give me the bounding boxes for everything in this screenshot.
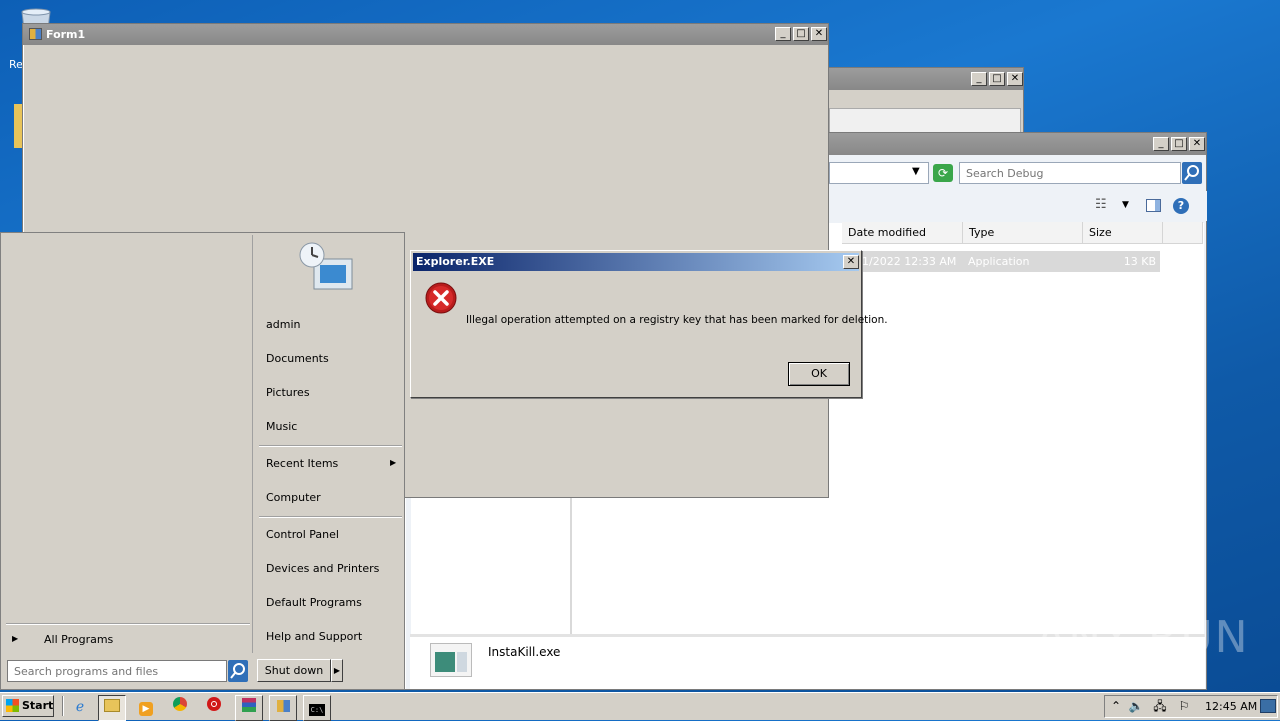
chevron-right-icon[interactable]: ▶ <box>390 458 396 467</box>
menu-item-music[interactable]: Music <box>266 420 297 433</box>
table-row[interactable]: 1/2022 12:33 AM Application 13 KB <box>830 251 1160 272</box>
form1-title: Form1 <box>46 28 86 41</box>
all-programs-link[interactable]: All Programs <box>44 633 113 646</box>
details-file-name: InstaKill.exe <box>488 645 561 659</box>
chevron-up-icon[interactable]: ⌃ <box>1107 697 1125 715</box>
taskbar-separator <box>62 696 64 716</box>
start-menu[interactable] <box>0 232 405 690</box>
shutdown-label: Shut down <box>264 664 324 677</box>
file-date: 1/2022 12:33 AM <box>862 255 957 268</box>
watermark: ANY RUN <box>1036 612 1250 663</box>
file-type: Application <box>968 255 1030 268</box>
dialog-titlebar[interactable]: Explorer.EXE ✕ <box>413 253 859 271</box>
start-menu-left-pane <box>3 235 253 653</box>
volume-icon[interactable]: 🔈 <box>1127 697 1145 715</box>
chrome-icon[interactable] <box>167 695 193 719</box>
file-size: 13 KB <box>1123 255 1156 268</box>
menu-divider <box>259 445 402 447</box>
media-player-icon[interactable]: ▶ <box>133 695 159 719</box>
search-icon[interactable] <box>228 660 248 682</box>
close-icon[interactable]: ✕ <box>1007 72 1023 86</box>
maximize-icon[interactable]: □ <box>1171 137 1187 151</box>
error-dialog[interactable]: Explorer.EXE ✕ Illegal operation attempt… <box>410 250 888 398</box>
menu-item-default-programs[interactable]: Default Programs <box>266 596 362 609</box>
recycle-bin-label: Re <box>9 58 23 71</box>
chevron-down-icon[interactable]: ▼ <box>912 166 920 177</box>
exe-file-icon <box>430 643 472 677</box>
internet-explorer-icon[interactable]: ℯ <box>67 695 93 719</box>
search-input[interactable] <box>959 162 1181 184</box>
chevron-down-icon[interactable]: ▼ <box>1122 200 1129 210</box>
minimize-icon[interactable]: _ <box>775 27 791 41</box>
start-button[interactable]: Start <box>2 695 54 717</box>
dialog-title: Explorer.EXE <box>416 255 495 268</box>
help-icon[interactable]: ? <box>1173 198 1189 214</box>
menu-divider <box>6 623 250 625</box>
dialog-message: Illegal operation attempted on a registr… <box>466 314 888 326</box>
close-icon[interactable]: ✕ <box>1189 137 1205 151</box>
maximize-icon[interactable]: □ <box>793 27 809 41</box>
winrar-icon[interactable] <box>235 695 263 721</box>
command-prompt-icon[interactable]: C:\ <box>303 695 331 721</box>
network-icon[interactable]: 🖧 <box>1151 697 1169 715</box>
show-desktop-icon[interactable] <box>1260 699 1276 713</box>
windows-logo-icon <box>6 699 19 712</box>
form-app-icon <box>29 28 42 40</box>
search-icon[interactable] <box>1182 162 1202 184</box>
explorer-taskbar-icon[interactable] <box>98 695 126 721</box>
menu-divider <box>259 516 402 518</box>
clock[interactable]: 12:45 AM <box>1205 700 1257 713</box>
start-label: Start <box>22 699 54 712</box>
user-picture-icon <box>298 239 358 299</box>
preview-pane-icon[interactable] <box>1146 199 1161 212</box>
ok-button[interactable]: OK <box>788 362 850 386</box>
form-app-taskbar-icon[interactable] <box>269 695 297 721</box>
error-icon <box>425 282 457 314</box>
maximize-icon[interactable]: □ <box>989 72 1005 86</box>
menu-item-control-panel[interactable]: Control Panel <box>266 528 339 541</box>
column-header-type[interactable]: Type <box>963 222 1083 244</box>
menu-item-help-support[interactable]: Help and Support <box>266 630 362 643</box>
address-bar[interactable]: ▼ <box>829 162 929 184</box>
ok-label: OK <box>811 367 827 380</box>
chevron-right-icon[interactable]: ▶ <box>12 634 18 643</box>
refresh-icon[interactable]: ⟳ <box>933 164 953 182</box>
shutdown-options-button[interactable]: ▶ <box>331 659 343 682</box>
start-search-input[interactable] <box>7 660 227 682</box>
action-center-flag-icon[interactable]: ⚐ <box>1175 697 1193 715</box>
minimize-icon[interactable]: _ <box>1153 137 1169 151</box>
close-icon[interactable]: ✕ <box>843 255 859 269</box>
view-options-icon[interactable]: ☷ <box>1095 197 1107 212</box>
opera-icon[interactable] <box>201 695 227 719</box>
column-header-date[interactable]: Date modified <box>842 222 963 244</box>
menu-item-documents[interactable]: Documents <box>266 352 329 365</box>
column-header-extra[interactable] <box>1163 222 1203 244</box>
nav-pane-divider[interactable] <box>570 483 572 635</box>
background-window[interactable]: _ □ ✕ <box>820 67 1024 137</box>
menu-item-pictures[interactable]: Pictures <box>266 386 310 399</box>
minimize-icon[interactable]: _ <box>971 72 987 86</box>
column-header-size[interactable]: Size <box>1083 222 1163 244</box>
close-icon[interactable]: ✕ <box>811 27 827 41</box>
menu-item-computer[interactable]: Computer <box>266 491 321 504</box>
form1-titlebar[interactable]: Form1 <box>23 24 828 45</box>
menu-item-admin[interactable]: admin <box>266 318 300 331</box>
shutdown-button[interactable]: Shut down <box>257 659 331 682</box>
menu-item-devices-printers[interactable]: Devices and Printers <box>266 562 379 575</box>
menu-item-recent-items[interactable]: Recent Items <box>266 457 338 470</box>
